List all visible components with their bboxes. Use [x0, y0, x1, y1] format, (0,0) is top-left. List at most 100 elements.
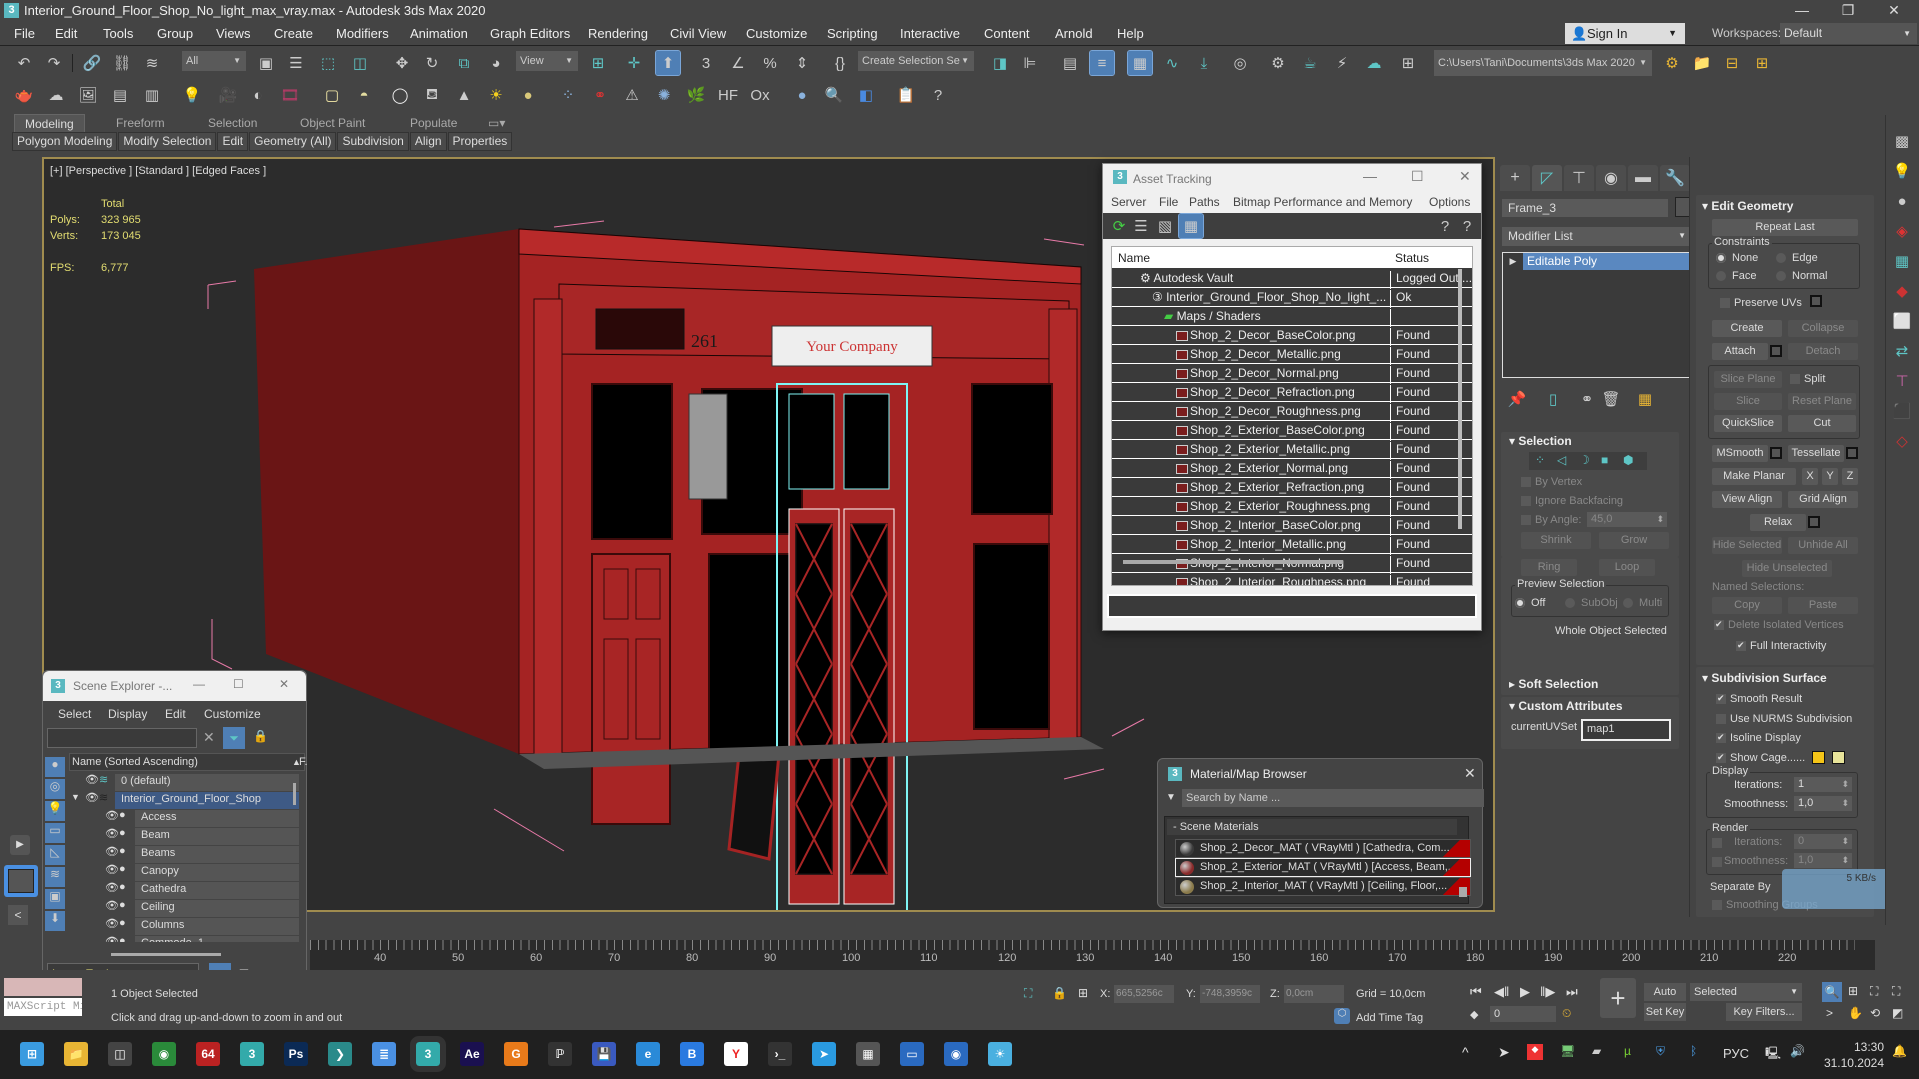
- vray-sphere-light-icon[interactable]: ◯: [388, 83, 412, 107]
- pivot-center-icon[interactable]: ⊞: [586, 51, 610, 75]
- visibility-eye-icon[interactable]: 👁: [105, 881, 119, 894]
- vray-sphere-icon[interactable]: ●: [1890, 189, 1914, 213]
- curve-editor-icon[interactable]: ∿: [1160, 51, 1184, 75]
- scene-tree-item[interactable]: 👁 ● Ceiling: [69, 898, 299, 917]
- taskbar-save-app-icon[interactable]: 💾: [592, 1042, 616, 1066]
- vray-convert-icon[interactable]: ⇄: [1890, 339, 1914, 363]
- display-cameras-icon[interactable]: ▭: [45, 823, 65, 843]
- vray-mtl-browser-icon[interactable]: 🔍: [822, 83, 846, 107]
- selection-rollout-title[interactable]: ▾ Selection: [1509, 434, 1572, 448]
- orbit-icon[interactable]: ⟲: [1870, 1006, 1880, 1020]
- planar-x-button[interactable]: X: [1802, 468, 1818, 485]
- planar-y-button[interactable]: Y: [1822, 468, 1838, 485]
- edit-geometry-title[interactable]: ▾ Edit Geometry: [1702, 199, 1793, 213]
- loop-button[interactable]: Loop: [1599, 559, 1655, 576]
- render-in-cloud-icon[interactable]: ☁: [1362, 51, 1386, 75]
- named-selection-set-dropdown[interactable]: Create Selection Se ▼: [858, 51, 974, 71]
- security-warning-tray-icon[interactable]: ⛨: [1656, 1044, 1665, 1059]
- set-key-big-icon[interactable]: +: [1600, 978, 1636, 1018]
- zoom-extents-all-icon[interactable]: ⛶: [1892, 984, 1900, 999]
- horizontal-scrollbar[interactable]: [111, 953, 221, 956]
- time-config-toggle-icon[interactable]: ◆: [1470, 1008, 1478, 1021]
- set-key-button[interactable]: Set Key: [1644, 1003, 1686, 1021]
- custom-attributes-title[interactable]: ▾ Custom Attributes: [1509, 699, 1623, 713]
- toggle-scene-explorer-icon[interactable]: ▤: [1058, 51, 1082, 75]
- clock-date[interactable]: 31.10.2024: [1818, 1056, 1884, 1070]
- vray-instancer-icon[interactable]: ⚭: [588, 83, 612, 107]
- slice-plane-button[interactable]: Slice Plane: [1714, 371, 1782, 388]
- vray-plane-icon[interactable]: ⚠: [620, 83, 644, 107]
- unhide-all-button[interactable]: Unhide All: [1788, 537, 1858, 554]
- tab-selection[interactable]: Selection: [198, 114, 267, 132]
- vray-ambient-light-icon[interactable]: ●: [516, 83, 540, 107]
- asset-row[interactable]: Shop_2_Interior_Metallic.png Found: [1112, 535, 1472, 555]
- hide-unselected-button[interactable]: Hide Unselected: [1742, 560, 1832, 577]
- ornatrix-icon[interactable]: Ox: [748, 83, 772, 107]
- visibility-eye-icon[interactable]: 👁: [105, 935, 119, 942]
- vray-light-icon[interactable]: 💡: [1890, 159, 1914, 183]
- asset-row[interactable]: Shop_2_Decor_BaseColor.png Found: [1112, 326, 1472, 346]
- menu-graph-editors[interactable]: Graph Editors: [490, 26, 570, 41]
- display-geometry-icon[interactable]: ●: [45, 757, 65, 777]
- grow-button[interactable]: Grow: [1599, 532, 1669, 549]
- scene-tree-item[interactable]: 👁 ● Access: [69, 808, 299, 827]
- utorrent-tray-icon[interactable]: µ: [1624, 1044, 1631, 1058]
- show-cage-checkbox[interactable]: Show Cage......: [1716, 751, 1805, 765]
- menu-help[interactable]: Help: [1117, 26, 1144, 41]
- taskbar-g-app-icon[interactable]: G: [504, 1042, 528, 1066]
- scene-tree-item[interactable]: 👁 ● Beam: [69, 826, 299, 845]
- asset-row[interactable]: Shop_2_Exterior_Metallic.png Found: [1112, 440, 1472, 460]
- menu-scripting[interactable]: Scripting: [827, 26, 878, 41]
- asset-row[interactable]: Shop_2_Interior_Roughness.png Found: [1112, 573, 1472, 585]
- viewport-layout-icon[interactable]: ⊞: [1396, 51, 1420, 75]
- asset-row[interactable]: Shop_2_Decor_Metallic.png Found: [1112, 345, 1472, 365]
- asset-row[interactable]: ▰ Maps / Shaders: [1112, 307, 1472, 327]
- vray-mesh-light-icon[interactable]: ⛾: [420, 83, 444, 107]
- scene-tree-item[interactable]: 👁● Commode_1: [69, 934, 299, 942]
- asset-path-field[interactable]: [1107, 594, 1477, 618]
- modifier-list-dropdown[interactable]: Modifier List ▼: [1502, 227, 1692, 246]
- paste-button[interactable]: Paste: [1788, 597, 1858, 614]
- constraint-edge-radio[interactable]: Edge: [1776, 252, 1818, 265]
- create-tab-icon[interactable]: +: [1500, 165, 1530, 191]
- taskbar-explorer-icon[interactable]: 📁: [64, 1042, 88, 1066]
- element-icon[interactable]: ⬢: [1623, 453, 1633, 467]
- msmooth-settings-icon[interactable]: [1770, 447, 1782, 459]
- display-xrefs-icon[interactable]: ⬇: [45, 911, 65, 931]
- vertical-scrollbar[interactable]: [1458, 269, 1462, 529]
- vray-grass-icon[interactable]: 🌿: [684, 83, 708, 107]
- column-frozen-header[interactable]: F.: [299, 756, 308, 768]
- create-button[interactable]: Create: [1712, 320, 1782, 337]
- list-view-icon[interactable]: ☰: [1129, 214, 1153, 238]
- add-time-tag-button[interactable]: Add Time Tag: [1356, 1012, 1423, 1024]
- asset-row[interactable]: Shop_2_Interior_BaseColor.png Found: [1112, 516, 1472, 536]
- collapse-button[interactable]: Collapse: [1788, 320, 1858, 337]
- absolute-mode-icon[interactable]: ⊞: [1078, 986, 1088, 1000]
- view-align-button[interactable]: View Align: [1712, 491, 1782, 508]
- soft-selection-rollout[interactable]: ▸ Soft Selection: [1501, 675, 1679, 693]
- column-status[interactable]: Status: [1395, 251, 1429, 265]
- scene-tree-item[interactable]: ▼ 👁 ≋ Interior_Ground_Floor_Shop: [69, 790, 299, 809]
- app-tray-icon[interactable]: ▰: [1592, 1044, 1601, 1058]
- expand-layout-button[interactable]: ▶: [10, 835, 30, 855]
- grid-align-button[interactable]: Grid Align: [1788, 491, 1858, 508]
- vault-help-icon[interactable]: ?: [1455, 214, 1479, 238]
- use-nurms-checkbox[interactable]: Use NURMS Subdivision: [1716, 713, 1852, 726]
- visibility-eye-icon[interactable]: 👁: [105, 917, 119, 930]
- maxscript-mini-listener[interactable]: MAXScript Mi: [4, 998, 82, 1016]
- asset-row[interactable]: Shop_2_Exterior_Refraction.png Found: [1112, 478, 1472, 498]
- current-uv-set-field[interactable]: map1: [1581, 719, 1671, 741]
- configure-modifier-sets-icon[interactable]: ▦: [1633, 387, 1657, 411]
- subdivision-surface-title[interactable]: ▾ Subdivision Surface: [1702, 671, 1827, 685]
- ribbon-group-edit[interactable]: Edit: [217, 132, 249, 151]
- constraint-face-radio[interactable]: Face: [1716, 270, 1756, 283]
- smoothness-spinner[interactable]: 1,0: [1794, 796, 1852, 811]
- asset-row[interactable]: Shop_2_Exterior_Normal.png Found: [1112, 459, 1472, 479]
- menu-customize[interactable]: Customize: [204, 707, 261, 721]
- vray-debug-icon[interactable]: ◇: [1890, 429, 1914, 453]
- asset-row[interactable]: Shop_2_Decor_Normal.png Found: [1112, 364, 1472, 384]
- field-of-view-icon[interactable]: >: [1826, 1006, 1833, 1020]
- asset-row[interactable]: ③ Interior_Ground_Floor_Shop_No_light_..…: [1112, 288, 1472, 308]
- timeline[interactable]: 40 50 60 70 80 90 100 110 120 130 140 150 160 170 180 1…: [310, 940, 1875, 970]
- go-to-end-icon[interactable]: ⏭: [1566, 984, 1578, 1000]
